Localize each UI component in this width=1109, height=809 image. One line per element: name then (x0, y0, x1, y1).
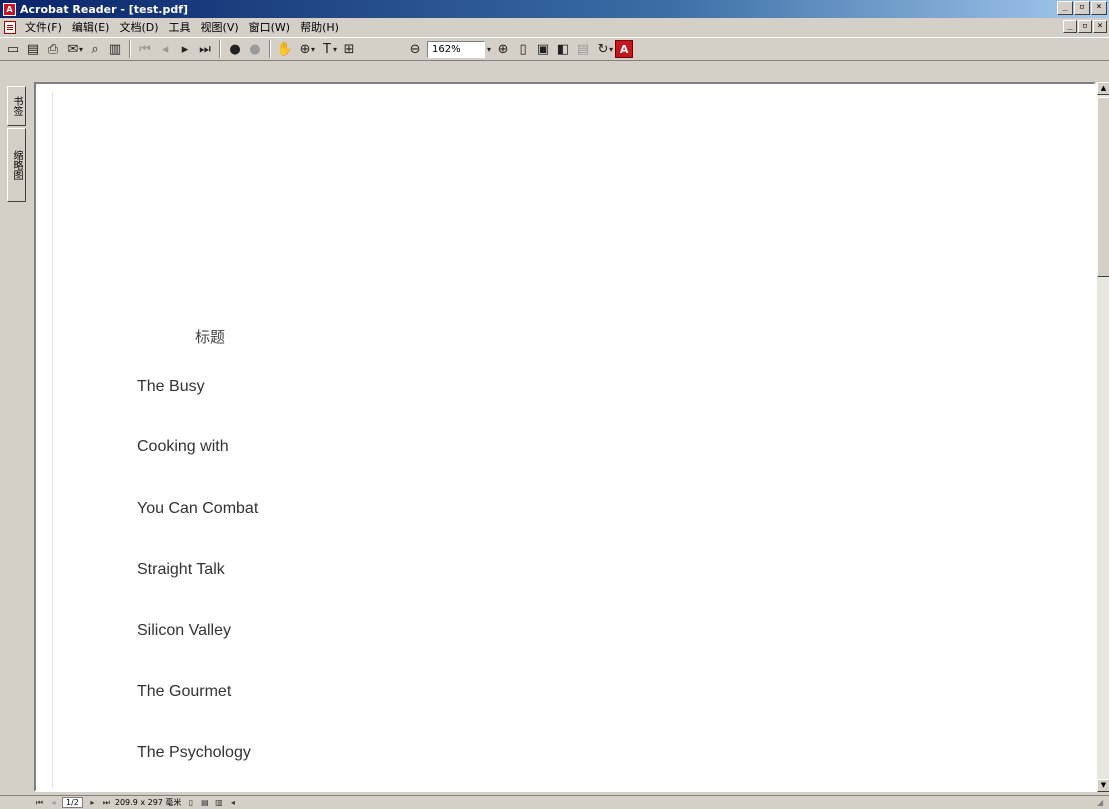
page-number-field[interactable]: 1/2 (62, 797, 83, 808)
title-bar: A Acrobat Reader - [test.pdf] _ ▫ × (0, 0, 1109, 18)
go-forward-icon[interactable]: ● (245, 39, 265, 59)
page-size: 209.9 x 297 毫米 (114, 798, 182, 807)
document-line: The Gourmet (137, 683, 232, 700)
menu-file[interactable]: 文件(F) (20, 19, 67, 35)
doc-close-button[interactable]: × (1093, 20, 1107, 33)
scroll-up-icon[interactable]: ▲ (1097, 82, 1109, 95)
zoom-out-icon[interactable]: ⊖ (405, 39, 425, 59)
facing-icon[interactable]: ▥ (213, 797, 224, 808)
document-line: You Can Combat (137, 500, 259, 517)
menu-edit[interactable]: 编辑(E) (67, 19, 115, 35)
menu-help[interactable]: 帮助(H) (295, 19, 344, 35)
status-bar: ⏮ ◂ 1/2 ▸ ⏭ 209.9 x 297 毫米 ▯ ▤ ▥ ◂ ◢ (0, 795, 1109, 809)
document-line: Cooking with (137, 438, 229, 455)
menu-view[interactable]: 视图(V) (196, 19, 244, 35)
go-back-icon[interactable]: ● (225, 39, 245, 59)
menu-tools[interactable]: 工具 (164, 19, 196, 35)
print-icon[interactable]: ⎙ (43, 39, 63, 59)
next-page-icon[interactable]: ▸ (175, 39, 195, 59)
maximize-button[interactable]: ▫ (1074, 1, 1090, 15)
document-icon[interactable] (4, 20, 16, 34)
document-title: 标题 (195, 328, 226, 346)
menu-window[interactable]: 窗口(W) (244, 19, 295, 35)
document-line: Silicon Valley (137, 622, 231, 639)
last-page-status-icon[interactable]: ⏭ (101, 797, 112, 808)
fit-width-icon[interactable]: ◧ (553, 39, 573, 59)
document-view[interactable]: 标题 The Busy Cooking with You Can Combat … (34, 82, 1096, 792)
actual-size-icon[interactable]: ▯ (513, 39, 533, 59)
document-line: Straight Talk (137, 561, 225, 578)
zoom-dropdown-icon[interactable]: ▾ (487, 45, 491, 54)
adobe-icon[interactable]: A (615, 40, 634, 58)
toolbar: ▭ ▤ ⎙ ✉ ▾ ⌕ ▥ ⏮ ◂ ▸ ⏭ ● ● ✋ ⊕ ▾ T ▾ ⊞ ⊖ 162… (0, 37, 1109, 61)
hscroll-left-icon[interactable]: ◂ (227, 797, 238, 808)
navigation-pane: 书签 缩略图 (0, 62, 34, 795)
snapshot-icon[interactable]: ⊞ (339, 39, 359, 59)
zoom-in-icon[interactable]: ⊕ (493, 39, 513, 59)
scroll-down-icon[interactable]: ▼ (1097, 779, 1109, 792)
close-button[interactable]: × (1091, 1, 1107, 15)
save-icon[interactable]: ▤ (23, 39, 43, 59)
select-dropdown-icon[interactable]: ▾ (333, 45, 337, 54)
email-dropdown-icon[interactable]: ▾ (79, 45, 83, 54)
first-page-icon[interactable]: ⏮ (135, 39, 155, 59)
reflow-icon[interactable]: ▤ (573, 39, 593, 59)
doc-minimize-button[interactable]: _ (1063, 20, 1077, 33)
bookmark-icon[interactable]: ▥ (105, 39, 125, 59)
hand-tool-icon[interactable]: ✋ (275, 39, 295, 59)
fit-page-icon[interactable]: ▣ (533, 39, 553, 59)
next-page-status-icon[interactable]: ▸ (87, 797, 98, 808)
tab-bookmarks[interactable]: 书签 (7, 86, 26, 126)
last-page-icon[interactable]: ⏭ (195, 39, 215, 59)
search-icon[interactable]: ⌕ (85, 39, 105, 59)
document-window-controls: _ ▫ × (1063, 20, 1107, 33)
minimize-button[interactable]: _ (1057, 1, 1073, 15)
tab-thumbnails[interactable]: 缩略图 (7, 128, 26, 202)
doc-restore-button[interactable]: ▫ (1078, 20, 1092, 33)
prev-page-icon[interactable]: ◂ (155, 39, 175, 59)
window-title: Acrobat Reader - [test.pdf] (20, 2, 189, 16)
continuous-icon[interactable]: ▤ (199, 797, 210, 808)
toolbar-separator (219, 40, 222, 58)
first-page-status-icon[interactable]: ⏮ (34, 797, 45, 808)
rotate-dropdown-icon[interactable]: ▾ (609, 45, 613, 54)
vertical-scrollbar[interactable]: ▲ ▼ (1096, 82, 1109, 792)
single-page-icon[interactable]: ▯ (185, 797, 196, 808)
acrobat-icon[interactable]: A (3, 2, 16, 16)
zoom-input[interactable]: 162% (427, 40, 486, 58)
menu-document[interactable]: 文档(D) (114, 19, 163, 35)
pdf-page: 标题 The Busy Cooking with You Can Combat … (52, 92, 1087, 788)
scroll-thumb[interactable] (1097, 97, 1109, 277)
resize-grip-icon[interactable]: ◢ (1097, 798, 1107, 808)
prev-page-status-icon[interactable]: ◂ (48, 797, 59, 808)
window-controls: _ ▫ × (1057, 1, 1107, 15)
toolbar-separator (269, 40, 272, 58)
menu-bar: 文件(F) 编辑(E) 文档(D) 工具 视图(V) 窗口(W) 帮助(H) _… (0, 18, 1109, 36)
zoom-tool-dropdown-icon[interactable]: ▾ (311, 45, 315, 54)
toolbar-separator (129, 40, 132, 58)
open-icon[interactable]: ▭ (3, 39, 23, 59)
document-line: The Psychology (137, 744, 251, 761)
document-line: The Busy (137, 378, 205, 395)
